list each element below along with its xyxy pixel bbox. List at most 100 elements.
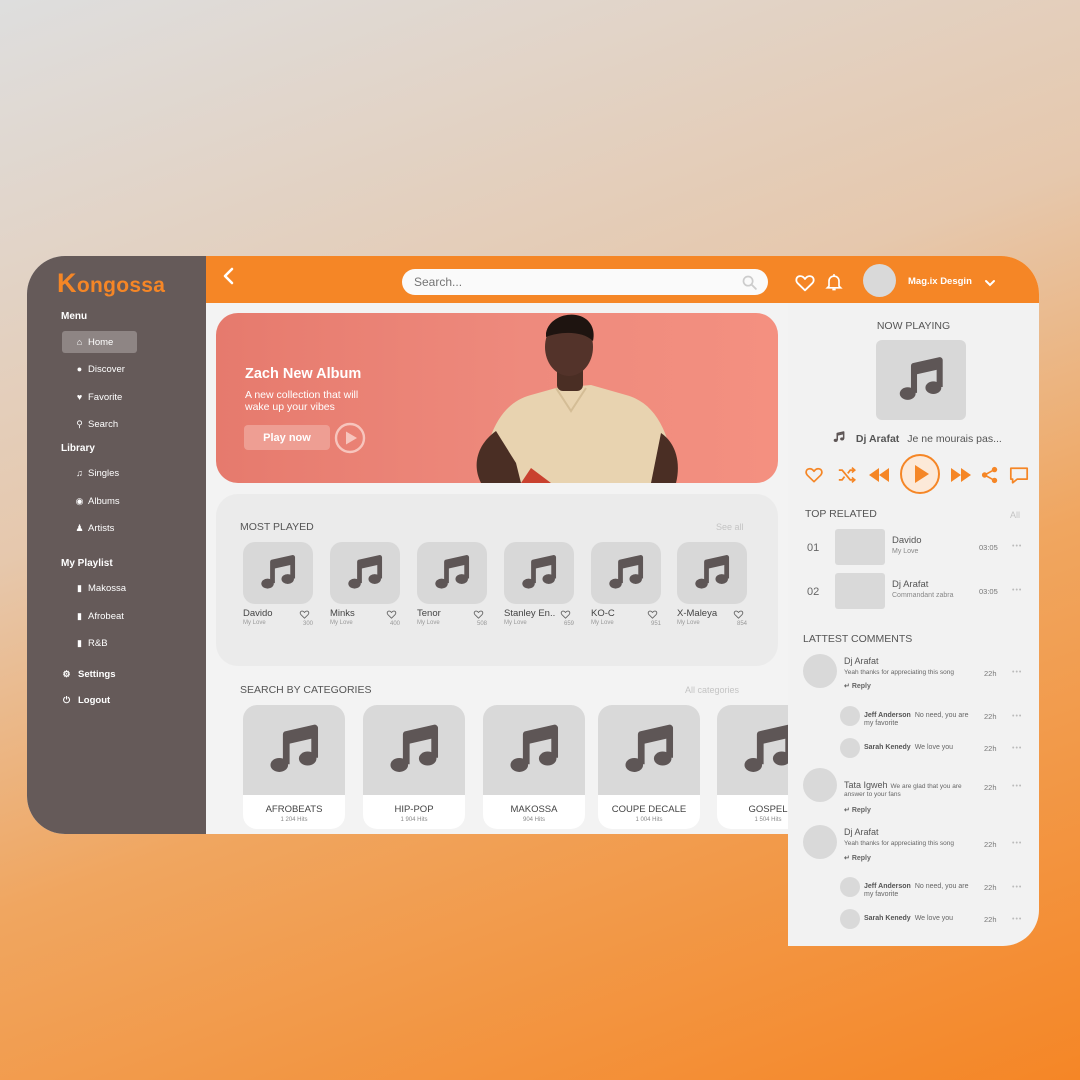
more-options-icon[interactable]: ••• [1012, 713, 1022, 720]
avatar [840, 706, 860, 726]
track-duration: 03:05 [979, 543, 998, 552]
share-icon[interactable] [981, 466, 999, 489]
reply-icon: ↵ [844, 683, 850, 690]
sidebar-item-label: Artists [88, 522, 115, 534]
list-item[interactable]: Tenor My Love 508 [417, 542, 487, 627]
back-arrow-icon[interactable] [222, 266, 236, 292]
artist-name: X-Maleya [677, 608, 718, 619]
list-item[interactable]: Minks My Love 400 [330, 542, 400, 627]
comment-time: 22h [984, 744, 997, 753]
related-track-row[interactable]: 02 Dj Arafat Commandant zabra 03:05 ••• [788, 573, 1039, 613]
reply-label: Reply [851, 683, 871, 690]
bell-icon[interactable] [824, 271, 844, 298]
now-playing-panel: NOW PLAYING Dj Arafat Je ne mourais pas..… [788, 303, 1039, 946]
category-card[interactable]: MAKOSSA 904 Hits [483, 705, 585, 829]
category-art [243, 705, 345, 795]
comment-icon[interactable] [1009, 466, 1029, 490]
reply-label: Reply [851, 807, 871, 814]
music-note-icon [343, 551, 387, 595]
music-note-icon [263, 719, 325, 781]
user-name[interactable]: Mag.ix Desgin [908, 276, 972, 287]
more-options-icon[interactable]: ••• [1012, 543, 1022, 550]
sidebar-item-rnb[interactable]: ▮ R&B [62, 632, 137, 654]
music-note-icon [383, 719, 445, 781]
comment-text: Yeah thanks for appreciating this song [844, 669, 954, 676]
music-note-icon [618, 719, 680, 781]
favorites-heart-icon[interactable] [794, 272, 816, 299]
album-art [677, 542, 747, 604]
like-count: 951 [650, 621, 661, 627]
sidebar-item-afrobeat[interactable]: ▮ Afrobeat [62, 605, 137, 627]
comment-author: Dj Arafat [844, 656, 879, 666]
music-note-icon [256, 551, 300, 595]
reply-button[interactable]: ↵ Reply [844, 682, 871, 690]
library-section-title: Library [61, 443, 95, 454]
category-hits: 1 904 Hits [400, 817, 428, 823]
sidebar-item-label: Makossa [88, 582, 127, 594]
more-options-icon[interactable]: ••• [1012, 884, 1022, 891]
search-bar[interactable] [402, 269, 768, 295]
reply-label: Reply [851, 855, 871, 862]
play-now-button[interactable]: Play now [244, 425, 330, 450]
like-count: 508 [476, 621, 487, 627]
rewind-icon[interactable] [868, 467, 890, 488]
like-count: 854 [736, 621, 747, 627]
play-button[interactable] [899, 453, 941, 500]
shuffle-icon[interactable] [837, 466, 857, 489]
hero-banner[interactable]: Zach New Album A new collection that wil… [216, 313, 778, 483]
more-options-icon[interactable]: ••• [1012, 916, 1022, 923]
more-options-icon[interactable]: ••• [1012, 669, 1022, 676]
sidebar-item-makossa[interactable]: ▮ Makossa [62, 577, 137, 599]
more-options-icon[interactable]: ••• [1012, 783, 1022, 790]
track-duration: 03:05 [979, 587, 998, 596]
sidebar-item-singles[interactable]: ♫ Singles [62, 462, 137, 484]
album-art [417, 542, 487, 604]
sidebar-item-artists[interactable]: ♟ Artists [62, 517, 137, 539]
all-categories-link[interactable]: All categories [685, 685, 739, 695]
see-all-link[interactable]: See all [716, 522, 744, 532]
top-related-all-link[interactable]: All [1010, 510, 1020, 520]
avatar[interactable] [863, 264, 896, 297]
category-card[interactable]: HIP-POP 1 904 Hits [363, 705, 465, 829]
search-input[interactable] [414, 273, 714, 291]
sidebar-item-label: Home [88, 336, 114, 348]
music-note-icon [893, 352, 949, 408]
list-item[interactable]: Stanley En.. My Love 659 [504, 542, 574, 627]
sidebar-item-label: Albums [88, 495, 120, 507]
sidebar-item-albums[interactable]: ◉ Albums [62, 490, 137, 512]
category-art [598, 705, 700, 795]
brand-logo[interactable]: Kongossa [57, 268, 165, 299]
list-item[interactable]: Davido My Love 300 [243, 542, 313, 627]
sidebar-item-search[interactable]: ⚲ Search [62, 413, 137, 435]
play-circle-icon[interactable] [334, 422, 366, 459]
category-card[interactable]: COUPE DECALE 1 004 Hits [598, 705, 700, 829]
list-item[interactable]: X-Maleya My Love 854 [677, 542, 747, 627]
search-icon[interactable] [741, 274, 758, 296]
fast-forward-icon[interactable] [950, 467, 972, 488]
like-heart-icon[interactable] [804, 465, 824, 490]
reply-button[interactable]: ↵ Reply [844, 854, 871, 862]
more-options-icon[interactable]: ••• [1012, 587, 1022, 594]
chevron-down-icon[interactable] [984, 275, 996, 293]
list-item[interactable]: KO-C My Love 951 [591, 542, 661, 627]
song-title: My Love [243, 620, 266, 626]
sidebar-item-discover[interactable]: ● Discover [62, 358, 137, 380]
settings-label: Settings [78, 668, 116, 680]
artist-name: Davido [243, 608, 273, 619]
sidebar-item-label: Singles [88, 467, 120, 479]
sidebar-item-label: Discover [88, 363, 125, 375]
category-card[interactable]: AFROBEATS 1 204 Hits [243, 705, 345, 829]
comment-time: 22h [984, 669, 997, 678]
related-track-row[interactable]: 01 Davido My Love 03:05 ••• [788, 529, 1039, 569]
top-related-title: TOP RELATED [805, 508, 877, 520]
avatar [840, 738, 860, 758]
reply-button[interactable]: ↵ Reply [844, 806, 871, 814]
sidebar-item-home[interactable]: ⌂ Home [62, 331, 137, 353]
settings-link[interactable]: ⚙ Settings [57, 663, 132, 685]
more-options-icon[interactable]: ••• [1012, 840, 1022, 847]
logout-link[interactable]: ⏻ Logout [57, 689, 132, 711]
comment-reply: Sarah Kenedy We love you 22h ••• [788, 737, 1039, 761]
sidebar-item-favorite[interactable]: ♥ Favorite [62, 386, 137, 408]
artist-name: KO-C [591, 608, 615, 619]
more-options-icon[interactable]: ••• [1012, 745, 1022, 752]
